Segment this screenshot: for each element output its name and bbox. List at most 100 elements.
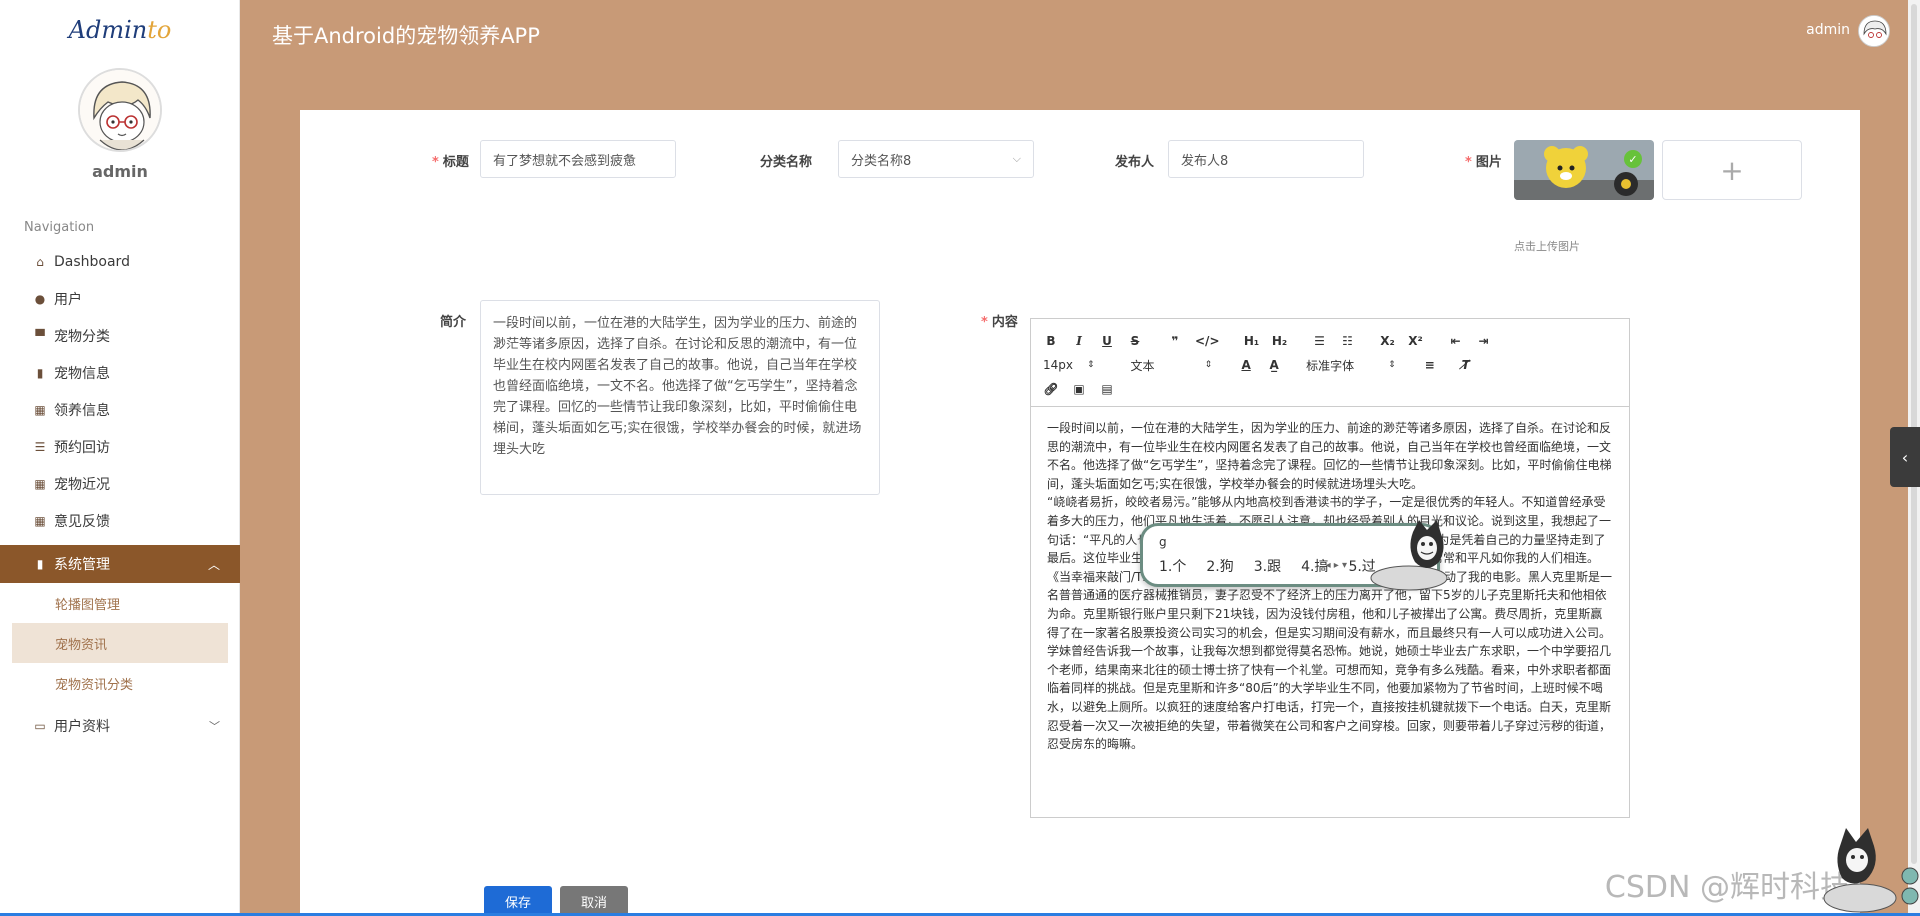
sidebar-item-users[interactable]: ● 用户 (0, 280, 240, 317)
heading1-icon[interactable]: H₁ (1244, 334, 1260, 348)
category-select[interactable]: 分类名称8 ⌵ (838, 140, 1034, 178)
publisher-label: 发布人 (1115, 155, 1155, 170)
sidebar-item-pet-category[interactable]: ▀ 宠物分类 (0, 317, 240, 354)
format-select[interactable]: 文本 ⇕ (1131, 357, 1213, 374)
monitor-icon: ▀ (35, 328, 45, 343)
sidebar-item-dashboard[interactable]: ⌂ Dashboard (0, 243, 240, 280)
strikethrough-icon[interactable]: S (1127, 334, 1143, 348)
up-down-arrow-icon: ⇕ (1087, 360, 1095, 370)
grid-icon: ▦ (34, 513, 46, 528)
book-icon: ▮ (36, 557, 44, 571)
ime-candidate[interactable]: 1.个 (1159, 556, 1186, 576)
grid-icon: ▦ (34, 476, 46, 491)
sidebar-item-pet-status[interactable]: ▦ 宠物近况 (0, 465, 240, 502)
underline-icon[interactable]: U (1099, 334, 1115, 348)
chevron-up-icon: ︿ (207, 557, 220, 572)
sidebar-item-label: 宠物信息 (54, 365, 110, 382)
ime-page-arrows-icon[interactable]: ◂ ▸ ▾ (1326, 560, 1347, 571)
save-button[interactable]: 保存 (484, 886, 552, 916)
ime-candidate-popup[interactable]: g 1.个 2.狗 3.跟 4.搞 5.过 ◂ ▸ ▾ (1140, 520, 1448, 591)
sidebar-item-user-profile[interactable]: ▭ 用户资料 ﹀ (0, 707, 240, 744)
sidebar-item-system-management[interactable]: ▮ 系统管理 ︿ (0, 545, 240, 583)
sidebar-item-feedback[interactable]: ▦ 意见反馈 (0, 502, 240, 539)
chevron-down-icon: ⌵ (1012, 152, 1021, 165)
image-icon[interactable]: ▣ (1071, 382, 1087, 396)
sidebar-item-label: 宠物分类 (54, 328, 110, 345)
sidebar-item-label: 意见反馈 (54, 513, 110, 530)
upload-hint: 点击上传图片 (1514, 240, 1580, 253)
sidebar-item-label: 系统管理 (54, 557, 110, 573)
category-select-value: 分类名称8 (851, 153, 912, 169)
list-icon: ☰ (34, 439, 46, 454)
font-size-select[interactable]: 14px ⇕ (1043, 358, 1095, 372)
background-color-icon[interactable]: A̲ (1266, 358, 1282, 372)
content-label: * 内容 (981, 315, 1018, 330)
editor-paragraph: 学妹曾经告诉我一个故事，让我每次想到都觉得莫名恐怖。她说，她硕士毕业去广东求职，… (1047, 644, 1612, 752)
sidebar-subitem-carousel[interactable]: 轮播图管理 (0, 583, 240, 623)
indent-icon[interactable]: ⇥ (1476, 334, 1492, 348)
sidebar-avatar (78, 68, 162, 152)
uploaded-image-thumbnail[interactable]: ✓ (1514, 140, 1654, 200)
header-avatar[interactable] (1858, 15, 1890, 47)
code-icon[interactable]: </> (1195, 334, 1220, 348)
title-input[interactable]: 有了梦想就不会感到疲惫 (480, 140, 676, 178)
subscript-icon[interactable]: X₂ (1380, 334, 1396, 348)
edit-form-card: * 标题 有了梦想就不会感到疲惫 分类名称 分类名称8 ⌵ 发布人 发布人8 * 图… (300, 110, 1860, 916)
ime-typed-text: g (1159, 535, 1167, 549)
page-title: 基于Android的宠物领养APP (272, 24, 540, 48)
superscript-icon[interactable]: X² (1408, 334, 1424, 348)
sidebar-item-adoption-info[interactable]: ▦ 领养信息 (0, 391, 240, 428)
publisher-input[interactable]: 发布人8 (1168, 140, 1364, 178)
chevron-down-icon: ﹀ (209, 719, 220, 733)
sidebar-subitem-label: 宠物资讯分类 (55, 677, 134, 693)
avatar-illustration (80, 70, 160, 150)
dog-photo (1514, 140, 1654, 200)
up-down-arrow-icon: ⇕ (1204, 360, 1213, 370)
bar-chart-icon: ▮ (36, 365, 44, 380)
app-logo[interactable]: Adminto (0, 16, 240, 44)
font-color-icon[interactable]: A (1238, 358, 1254, 372)
sidebar-item-label: 用户资料 (54, 718, 110, 735)
up-down-arrow-icon: ⇕ (1388, 360, 1396, 370)
ime-cat-mascot (1370, 520, 1448, 591)
quote-icon[interactable]: ❞ (1167, 334, 1183, 348)
sidebar-subitem-label: 宠物资讯 (55, 637, 108, 653)
category-label: 分类名称 (760, 155, 813, 170)
ime-candidate[interactable]: 3.跟 (1254, 556, 1281, 576)
editor-toolbar: B I U S ❞ </> H₁ H₂ ☰ ☷ X₂ X² ⇤ ⇥ 14px ⇕ … (1031, 319, 1629, 407)
sidebar-item-label: Dashboard (54, 253, 130, 270)
plus-icon: + (1720, 153, 1744, 187)
font-family-select[interactable]: 标准字体 ⇕ (1306, 357, 1396, 374)
image-upload-button[interactable]: + (1662, 140, 1802, 200)
ordered-list-icon[interactable]: ☰ (1312, 334, 1328, 348)
grid-icon: ▦ (34, 402, 46, 417)
ime-candidate[interactable]: 2.狗 (1206, 556, 1233, 576)
sidebar-item-label: 预约回访 (54, 439, 110, 456)
sidebar-subitem-pet-news[interactable]: 宠物资讯 (12, 623, 228, 663)
cancel-button[interactable]: 取消 (560, 886, 628, 916)
side-panel-toggle[interactable]: ‹ (1890, 427, 1920, 487)
heading2-icon[interactable]: H₂ (1272, 334, 1288, 348)
sidebar-item-label: 宠物近况 (54, 476, 110, 493)
avatar-illustration (1859, 16, 1889, 46)
sidebar-subitem-pet-news-category[interactable]: 宠物资讯分类 (0, 663, 240, 703)
sidebar-item-appointment[interactable]: ☰ 预约回访 (0, 428, 240, 465)
image-label: * 图片 (1465, 155, 1502, 170)
bullet-list-icon[interactable]: ☷ (1340, 334, 1356, 348)
link-icon[interactable]: 🔗︎ (1043, 382, 1059, 396)
italic-icon[interactable]: I (1071, 334, 1087, 348)
clear-format-icon[interactable]: T̸ (1458, 358, 1474, 372)
intro-textarea[interactable]: 一段时间以前，一位在港的大陆学生，因为学业的压力、前途的渺茫等诸多原因，选择了自… (480, 300, 880, 495)
header-username[interactable]: admin (1806, 22, 1850, 38)
bold-icon[interactable]: B (1043, 334, 1059, 348)
video-icon[interactable]: ▤ (1099, 382, 1115, 396)
ime-candidate[interactable]: 4.搞 (1301, 556, 1328, 576)
nav-section-title: Navigation (24, 220, 95, 235)
sidebar-item-label: 领养信息 (54, 402, 110, 419)
sidebar: Adminto admin Navigation ⌂ Dashboard ● 用… (0, 0, 240, 916)
title-label: * 标题 (432, 155, 469, 170)
calendar-icon: ▭ (34, 718, 46, 733)
align-icon[interactable]: ≡ (1422, 358, 1438, 372)
sidebar-item-pet-info[interactable]: ▮ 宠物信息 (0, 354, 240, 391)
outdent-icon[interactable]: ⇤ (1448, 334, 1464, 348)
